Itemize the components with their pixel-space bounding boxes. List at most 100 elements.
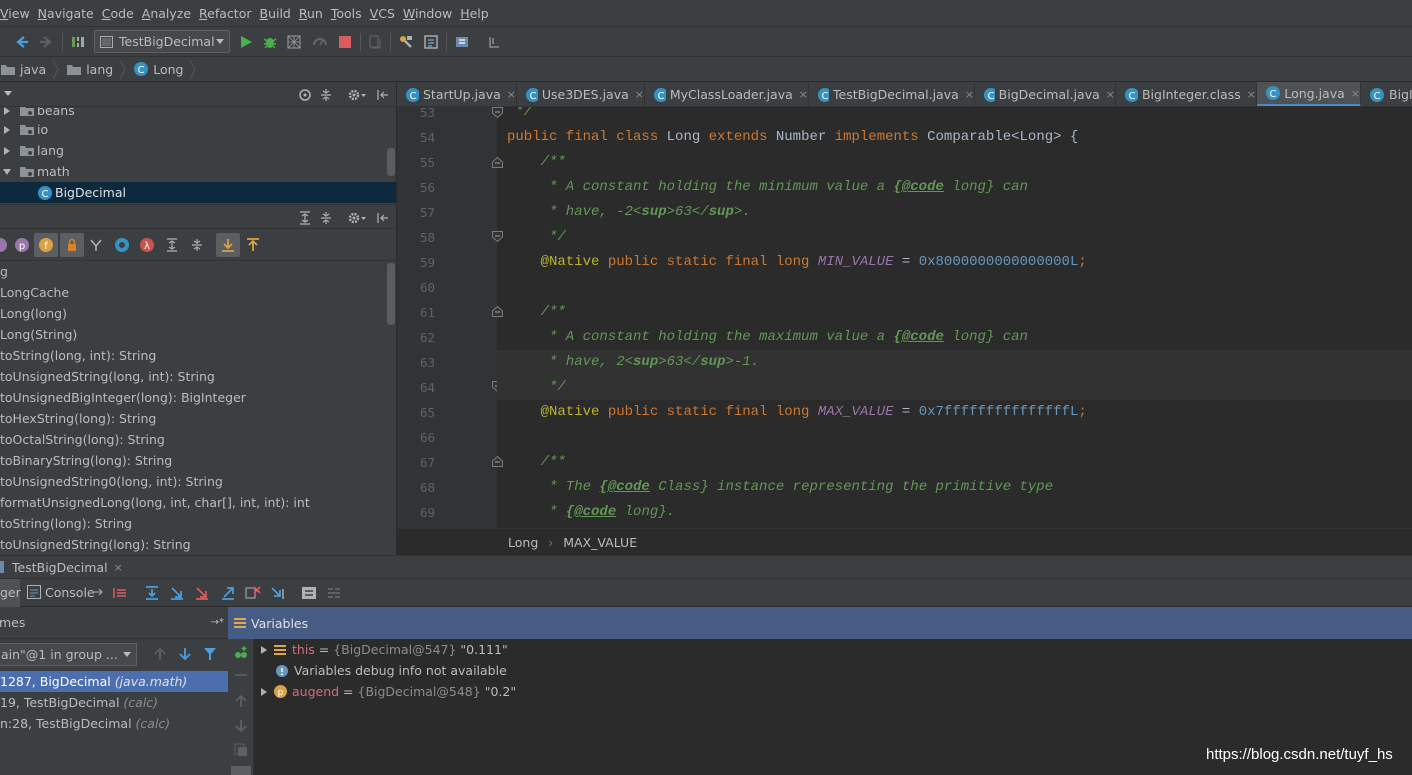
back-icon[interactable] bbox=[14, 34, 30, 50]
show-inline-values-icon[interactable] bbox=[231, 766, 251, 775]
fold-start-icon[interactable] bbox=[492, 456, 503, 467]
hide-panel-icon[interactable] bbox=[375, 87, 391, 103]
arrow-down-icon[interactable] bbox=[178, 647, 192, 661]
vcs-icon[interactable] bbox=[454, 34, 470, 50]
tree-item-math[interactable]: math bbox=[0, 161, 387, 182]
step-out-icon[interactable] bbox=[220, 585, 236, 601]
structure-item[interactable]: toUnsignedString(long, int): String bbox=[0, 366, 215, 387]
close-icon[interactable]: × bbox=[1106, 88, 1115, 101]
close-icon[interactable]: × bbox=[1351, 87, 1360, 100]
show-non-public-toggle[interactable] bbox=[60, 233, 84, 257]
fold-end-icon[interactable] bbox=[492, 107, 503, 118]
code-editor[interactable]: 53 54 55 56 57 58 59 60 61 62 63 64 65 6… bbox=[397, 107, 1412, 528]
show-inherited-icon[interactable] bbox=[88, 237, 104, 253]
structure-item[interactable]: LongCache bbox=[0, 282, 69, 303]
breadcrumb-item-long[interactable]: C Long bbox=[127, 57, 189, 82]
gear-icon[interactable] bbox=[347, 87, 367, 103]
project-scrollbar[interactable] bbox=[387, 148, 395, 176]
close-icon[interactable]: × bbox=[799, 88, 808, 101]
structure-scrollbar[interactable] bbox=[387, 263, 395, 325]
filter-icon[interactable] bbox=[203, 647, 217, 661]
chevron-down-icon[interactable] bbox=[4, 90, 12, 98]
menu-refactor[interactable]: Refactor bbox=[196, 0, 254, 27]
autoscroll-to-source-toggle[interactable] bbox=[216, 233, 240, 257]
variable-row[interactable]: this = {BigDecimal@547} "0.111" bbox=[260, 639, 508, 660]
collapse-all-icon[interactable] bbox=[318, 210, 334, 226]
frame-row[interactable]: n:28, TestBigDecimal (calc) bbox=[0, 713, 228, 734]
tab-use3des-java[interactable]: C Use3DES.java × bbox=[517, 82, 645, 106]
show-fields-toggle[interactable]: f bbox=[34, 233, 58, 257]
attach-icon[interactable] bbox=[367, 34, 383, 50]
sdk-icon[interactable] bbox=[423, 34, 439, 50]
frame-row[interactable]: 1287, BigDecimal (java.math) bbox=[0, 671, 228, 692]
tab-startup-java[interactable]: C StartUp.java × bbox=[397, 82, 517, 106]
profile-icon[interactable] bbox=[312, 34, 328, 50]
fold-end-icon[interactable] bbox=[492, 231, 503, 242]
tab-bigdecimal-java[interactable]: C BigDecimal.java × bbox=[975, 82, 1116, 106]
build-project-icon[interactable] bbox=[70, 34, 86, 50]
debug-icon[interactable] bbox=[262, 34, 278, 50]
expand-all-icon[interactable] bbox=[297, 210, 313, 226]
structure-item[interactable]: toHexString(long): String bbox=[0, 408, 156, 429]
debug-session-tab[interactable]: TestBigDecimal × bbox=[0, 555, 1412, 578]
forward-icon[interactable] bbox=[38, 34, 54, 50]
project-structure-icon[interactable] bbox=[398, 34, 414, 50]
tab-bigi[interactable]: C BigI bbox=[1361, 82, 1412, 106]
show-anonymous-icon[interactable] bbox=[114, 237, 130, 253]
coverage-icon[interactable] bbox=[286, 34, 302, 50]
menu-help[interactable]: Help bbox=[457, 0, 492, 27]
breadcrumb-item-lang[interactable]: lang bbox=[60, 57, 119, 82]
fold-start-icon[interactable] bbox=[492, 306, 503, 317]
arrow-down-icon[interactable] bbox=[234, 719, 248, 733]
collapse-all-icon[interactable] bbox=[318, 87, 334, 103]
menu-view[interactable]: View bbox=[0, 0, 33, 27]
tab-console[interactable]: Console bbox=[45, 579, 95, 607]
structure-item[interactable]: toUnsignedString(long): String bbox=[0, 534, 191, 555]
breadcrumb-class[interactable]: Long bbox=[508, 535, 538, 550]
force-step-into-icon[interactable] bbox=[194, 585, 210, 601]
run-icon[interactable] bbox=[238, 34, 254, 50]
tree-item-io[interactable]: io bbox=[0, 119, 387, 140]
fold-start-icon[interactable] bbox=[492, 157, 503, 168]
structure-item[interactable]: Long(String) bbox=[0, 324, 77, 345]
arrow-up-icon[interactable] bbox=[234, 694, 248, 708]
tree-item-lang[interactable]: lang bbox=[0, 140, 387, 161]
terminal-icon[interactable] bbox=[486, 34, 502, 50]
step-over-icon[interactable] bbox=[144, 585, 160, 601]
structure-item[interactable]: toUnsignedString0(long, int): String bbox=[0, 471, 223, 492]
tab-long-java[interactable]: C Long.java × bbox=[1257, 82, 1361, 106]
remove-watch-icon[interactable] bbox=[234, 673, 248, 677]
pin-tab-icon[interactable] bbox=[93, 586, 105, 598]
menu-code[interactable]: Code bbox=[99, 0, 137, 27]
drop-frame-icon[interactable] bbox=[245, 585, 261, 601]
frame-row[interactable]: 19, TestBigDecimal (calc) bbox=[0, 692, 228, 713]
tab-debugger[interactable]: ger bbox=[0, 579, 21, 607]
menu-tools[interactable]: Tools bbox=[328, 0, 365, 27]
structure-item[interactable]: toString(long, int): String bbox=[0, 345, 156, 366]
variable-row[interactable]: p augend = {BigDecimal@548} "0.2" bbox=[260, 681, 516, 702]
menu-vcs[interactable]: VCS bbox=[367, 0, 398, 27]
tab-testbigdecimal-java[interactable]: C TestBigDecimal.java × bbox=[809, 82, 975, 106]
breadcrumb-item-java[interactable]: java bbox=[0, 57, 52, 82]
run-configuration-select[interactable]: TestBigDecimal bbox=[94, 30, 230, 53]
gear-icon[interactable] bbox=[347, 210, 367, 226]
close-icon[interactable]: × bbox=[1247, 88, 1256, 101]
trace-stream-icon[interactable] bbox=[326, 585, 342, 601]
structure-item[interactable]: toUnsignedBigInteger(long): BigInteger bbox=[0, 387, 246, 408]
close-icon[interactable]: × bbox=[635, 88, 644, 101]
structure-item[interactable]: g bbox=[0, 261, 8, 282]
sort-icon[interactable] bbox=[0, 237, 8, 253]
expand-all-icon[interactable] bbox=[164, 237, 180, 253]
menu-window[interactable]: Window bbox=[400, 0, 455, 27]
menu-build[interactable]: Build bbox=[256, 0, 293, 27]
autoscroll-from-source-icon[interactable] bbox=[245, 237, 261, 253]
evaluate-expression-icon[interactable] bbox=[301, 585, 317, 601]
tab-myclassloader-java[interactable]: C MyClassLoader.java × bbox=[645, 82, 809, 106]
structure-item[interactable]: toOctalString(long): String bbox=[0, 429, 165, 450]
duplicate-watch-icon[interactable] bbox=[234, 743, 248, 757]
menu-run[interactable]: Run bbox=[296, 0, 326, 27]
show-lambdas-icon[interactable]: λ bbox=[139, 237, 155, 253]
structure-item[interactable]: Long(long) bbox=[0, 303, 67, 324]
breadcrumb-member[interactable]: MAX_VALUE bbox=[563, 535, 637, 550]
structure-item[interactable]: formatUnsignedLong(long, int, char[], in… bbox=[0, 492, 310, 513]
